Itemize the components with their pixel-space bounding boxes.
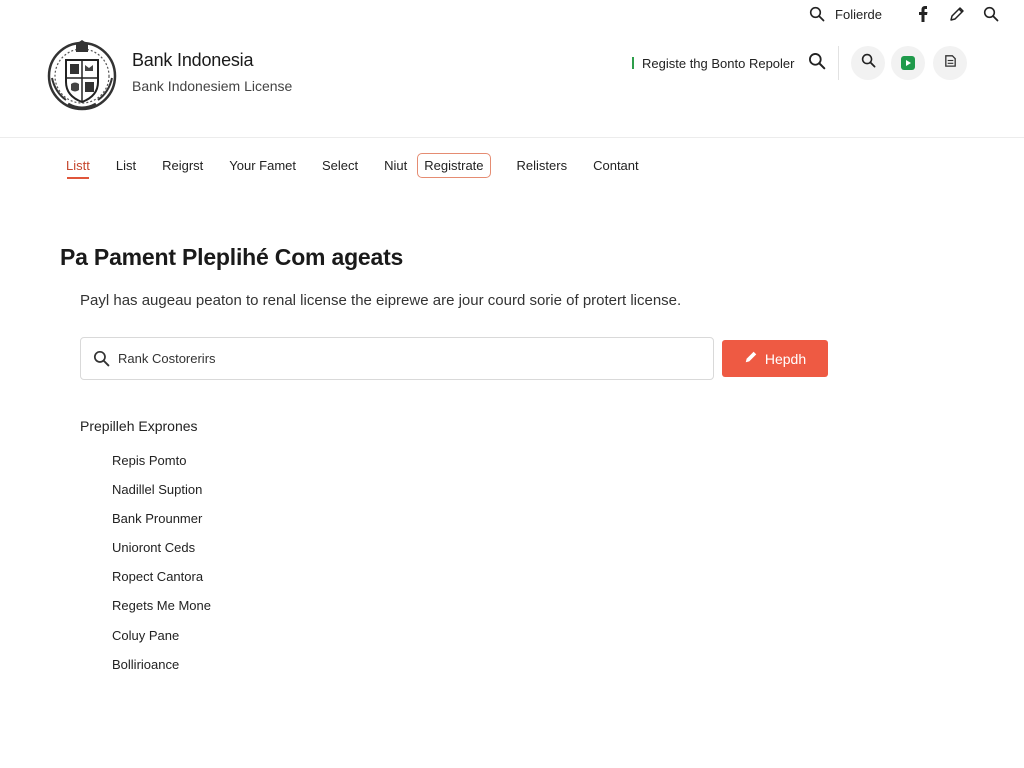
list-item[interactable]: Bank Prounmer	[112, 508, 211, 537]
nav-item-reigrst[interactable]: Reigrst	[156, 154, 209, 177]
action-button[interactable]: Hepdh	[722, 340, 828, 377]
search-icon[interactable]	[803, 0, 831, 28]
page-title: Pa Pament Pleplihé Com ageats	[60, 244, 404, 270]
utility-bar: Folierde	[803, 0, 1024, 28]
pen-icon[interactable]	[946, 0, 968, 28]
brand-title: Bank Indonesia	[132, 50, 254, 70]
action-button-label: Hepdh	[764, 350, 807, 367]
facebook-icon[interactable]	[912, 0, 934, 28]
main-nav: Listt List Reigrst Your Famet Select Niu…	[60, 150, 659, 180]
search-icon	[861, 53, 876, 73]
nav-item-contant[interactable]: Contant	[587, 154, 645, 177]
search-button[interactable]	[851, 46, 885, 80]
site-header: Bank Indonesia Bank Indonesiem License R…	[0, 28, 1024, 138]
pen-icon	[744, 350, 758, 367]
list-item[interactable]: Nadillel Suption	[112, 479, 211, 508]
search-input[interactable]	[118, 351, 678, 366]
register-link-label: Registe thg Bonto Repoler	[642, 55, 795, 71]
search-icon	[93, 350, 111, 368]
list-item[interactable]: Ropect Cantora	[112, 566, 211, 595]
nav-item-listt[interactable]: Listt	[60, 154, 96, 179]
nav-item-registrate[interactable]: Registrate	[417, 152, 491, 178]
nav-item-list[interactable]: List	[110, 154, 142, 177]
search-icon[interactable]	[808, 52, 828, 72]
page-description: Payl has augeau peaton to renal license …	[80, 292, 682, 309]
list-item[interactable]: Repis Pomto	[112, 450, 211, 479]
nav-item-relisters[interactable]: Relisters	[511, 154, 574, 177]
item-list: Repis Pomto Nadillel Suption Bank Prounm…	[112, 450, 211, 683]
header-divider	[838, 46, 839, 80]
nav-item-select[interactable]: Select	[316, 154, 364, 177]
list-heading: Prepilleh Exprones	[80, 418, 198, 434]
list-item[interactable]: Bollirioance	[112, 654, 211, 683]
search-icon[interactable]	[980, 0, 1002, 28]
document-icon	[943, 53, 958, 73]
play-icon	[901, 56, 915, 70]
brand-subtitle: Bank Indonesiem License	[132, 78, 293, 94]
nav-item-niut[interactable]: Niut	[378, 154, 413, 177]
list-item[interactable]: Regets Me Mone	[112, 595, 211, 624]
register-link[interactable]: Registe thg Bonto Repoler	[632, 54, 794, 72]
utility-link[interactable]: Folierde	[835, 0, 882, 28]
list-item[interactable]: Unioront Ceds	[112, 537, 211, 566]
search-field[interactable]	[80, 337, 714, 380]
bank-emblem-logo[interactable]	[46, 38, 118, 112]
document-button[interactable]	[933, 46, 967, 80]
nav-item-your-famet[interactable]: Your Famet	[223, 154, 302, 177]
play-button[interactable]	[891, 46, 925, 80]
list-item[interactable]: Coluy Pane	[112, 625, 211, 654]
green-indicator	[632, 57, 634, 69]
